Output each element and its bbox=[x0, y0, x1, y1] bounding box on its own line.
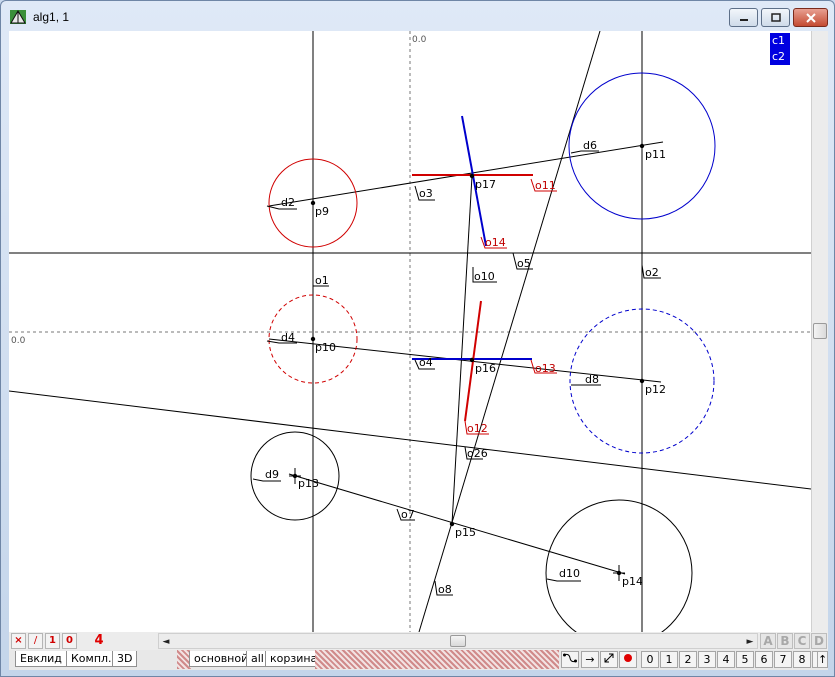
close-button[interactable] bbox=[793, 8, 828, 27]
tabs-toolbar-row: Евклид Компл. 3D основной all корзина → … bbox=[9, 650, 828, 670]
label-d4: d4 bbox=[281, 331, 295, 344]
button-b[interactable]: B bbox=[777, 633, 793, 649]
point-p15[interactable] bbox=[449, 521, 455, 527]
app-window: alg1, 1 0.0 0.0 p9 p17 p11 p10 p16 p12 p… bbox=[0, 0, 835, 677]
geometry-drawing: 0.0 0.0 p9 p17 p11 p10 p16 p12 p13 p15 p… bbox=[9, 31, 811, 632]
title-bar[interactable]: alg1, 1 bbox=[1, 1, 834, 31]
digit-4-button[interactable]: 4 bbox=[717, 651, 735, 668]
legend-c2[interactable]: c2 bbox=[770, 49, 790, 65]
curve-tool-button[interactable] bbox=[561, 651, 579, 668]
drawing-canvas[interactable]: 0.0 0.0 p9 p17 p11 p10 p16 p12 p13 p15 p… bbox=[9, 31, 811, 632]
arrow-right-icon: → bbox=[585, 653, 595, 666]
red-dot-icon bbox=[623, 653, 633, 666]
geometry-app-icon[interactable] bbox=[9, 8, 27, 26]
window-title: alg1, 1 bbox=[33, 10, 70, 24]
tab-euclid[interactable]: Евклид bbox=[15, 651, 67, 667]
digit-0-button[interactable]: 0 bbox=[641, 651, 659, 668]
hatch-area-right bbox=[315, 650, 559, 669]
label-d6: d6 bbox=[583, 139, 597, 152]
label-p17: p17 bbox=[475, 178, 496, 191]
close-icon bbox=[805, 12, 817, 23]
line-o7[interactable] bbox=[288, 473, 626, 575]
scroll-left-icon[interactable]: ◄ bbox=[159, 634, 173, 650]
button-d[interactable]: D bbox=[811, 633, 827, 649]
label-p13: p13 bbox=[298, 477, 319, 490]
curve-tool-icon bbox=[563, 653, 577, 667]
maximize-icon bbox=[770, 12, 782, 23]
count-indicator: 4 bbox=[94, 633, 104, 648]
button-a[interactable]: A bbox=[760, 633, 776, 649]
color-legend: c1 c2 bbox=[770, 33, 790, 65]
diagonal-arrow-button[interactable] bbox=[600, 651, 618, 668]
vertical-scroll-thumb[interactable] bbox=[813, 323, 827, 339]
digit-3-button[interactable]: 3 bbox=[698, 651, 716, 668]
label-p10: p10 bbox=[315, 341, 336, 354]
minimize-button[interactable] bbox=[729, 8, 758, 27]
tab-complex[interactable]: Компл. bbox=[66, 651, 117, 667]
label-o11: o11 bbox=[535, 179, 556, 192]
scroll-right-icon[interactable]: ► bbox=[743, 634, 757, 650]
diagonal-arrow-icon bbox=[603, 653, 615, 667]
tab-3d[interactable]: 3D bbox=[112, 651, 138, 667]
vertical-scrollbar[interactable] bbox=[811, 31, 828, 632]
point-p11[interactable] bbox=[639, 143, 645, 149]
digit-8-button[interactable]: 8 bbox=[793, 651, 811, 668]
y-origin-label: 0.0 bbox=[11, 336, 26, 346]
label-o13: o13 bbox=[535, 362, 556, 375]
label-o2: o2 bbox=[645, 266, 659, 279]
label-d8: d8 bbox=[585, 373, 599, 386]
label-p16: p16 bbox=[475, 362, 496, 375]
label-o1: o1 bbox=[315, 274, 329, 287]
tab-trash[interactable]: корзина bbox=[265, 651, 323, 667]
label-d9: d9 bbox=[265, 468, 279, 481]
digit-2-button[interactable]: 2 bbox=[679, 651, 697, 668]
label-p11: p11 bbox=[645, 148, 666, 161]
label-p12: p12 bbox=[645, 383, 666, 396]
line-o10[interactable] bbox=[451, 175, 473, 525]
line-mode-button[interactable]: / bbox=[28, 633, 43, 649]
digit-5-button[interactable]: 5 bbox=[736, 651, 754, 668]
label-o5: o5 bbox=[517, 257, 531, 270]
point-p17[interactable] bbox=[469, 173, 475, 179]
maximize-button[interactable] bbox=[761, 8, 790, 27]
minimize-icon bbox=[738, 13, 750, 23]
label-d10: d10 bbox=[559, 567, 580, 580]
label-p14: p14 bbox=[622, 575, 643, 588]
label-o14: o14 bbox=[485, 236, 506, 249]
point-p16[interactable] bbox=[469, 357, 475, 363]
label-p15: p15 bbox=[455, 526, 476, 539]
red-dot-button[interactable] bbox=[619, 651, 637, 668]
label-o10: o10 bbox=[474, 270, 495, 283]
delete-button[interactable]: × bbox=[11, 633, 26, 649]
label-d2: d2 bbox=[281, 196, 295, 209]
label-o7: o7 bbox=[401, 508, 415, 521]
up-arrow-button[interactable]: ↑ bbox=[817, 651, 828, 668]
digit-7-button[interactable]: 7 bbox=[774, 651, 792, 668]
x-origin-label: 0.0 bbox=[412, 35, 427, 45]
legend-c1[interactable]: c1 bbox=[770, 33, 790, 49]
one-button[interactable]: 1 bbox=[45, 633, 60, 649]
button-c[interactable]: C bbox=[794, 633, 810, 649]
label-o4: o4 bbox=[419, 356, 433, 369]
label-o12: o12 bbox=[467, 422, 488, 435]
label-o26: o26 bbox=[467, 447, 488, 460]
horizontal-scroll-thumb[interactable] bbox=[450, 635, 466, 647]
arrow-right-button[interactable]: → bbox=[581, 651, 599, 668]
status-row: × / 1 0 4 ◄ ► A B C D bbox=[9, 632, 828, 650]
label-o3: o3 bbox=[419, 187, 433, 200]
digit-1-button[interactable]: 1 bbox=[660, 651, 678, 668]
digit-6-button[interactable]: 6 bbox=[755, 651, 773, 668]
point-p12[interactable] bbox=[639, 378, 645, 384]
horizontal-scrollbar[interactable]: ◄ ► bbox=[158, 633, 758, 649]
tab-main-layer[interactable]: основной bbox=[189, 651, 254, 667]
label-p9: p9 bbox=[315, 205, 329, 218]
label-o8: o8 bbox=[438, 583, 452, 596]
zero-button[interactable]: 0 bbox=[62, 633, 77, 649]
